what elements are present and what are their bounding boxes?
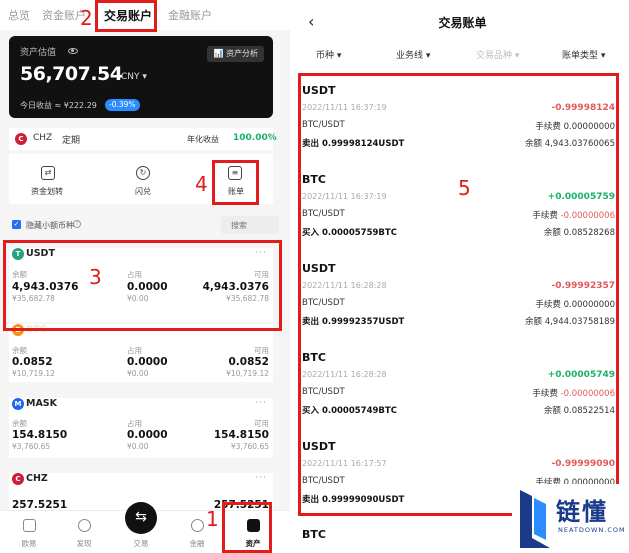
asset-row-mask[interactable]: M MASK ··· 余额 占用 可用 154.8150 0.0000 154.… [9, 398, 273, 458]
tab-overview[interactable]: 总览 [8, 7, 30, 23]
more-icon[interactable]: ··· [255, 248, 267, 258]
chart-icon: 📊 [213, 49, 226, 58]
trading-bill-screen: ‹ 交易账单 币种 ▾ 业务线 ▾ 交易品种 ▾ 账单类型 ▾ USDT 202… [296, 0, 629, 553]
mask-coin-icon: M [12, 398, 24, 410]
asset-row-btc[interactable]: B BTC 余额 占用 可用 0.0852 0.0000 0.0852 ¥10,… [9, 324, 273, 382]
nav-okx[interactable]: 欧易 [0, 511, 58, 553]
currency-selector[interactable]: CNY ▾ [121, 72, 147, 82]
earn-promo-bar[interactable]: C CHZ 定期 年化收益 100.00% › [9, 128, 277, 150]
earn-type: 定期 [62, 136, 81, 146]
asset-analysis-button[interactable]: 📊 资产分析 [207, 46, 264, 62]
asset-valuation-card: 资产估值 56,707.54 CNY ▾ 📊 资产分析 今日收益 ≈ ¥222.… [9, 36, 273, 118]
trade-fab-button[interactable]: ⇆ [125, 502, 157, 534]
earn-coin-name: CHZ [33, 133, 53, 143]
more-icon[interactable]: ··· [255, 473, 267, 483]
nav-discover[interactable]: 发现 [55, 511, 113, 553]
usdt-coin-icon: T [12, 248, 24, 260]
hide-small-checkbox[interactable]: ✓ [12, 220, 21, 229]
asset-screen: 总览 资金账户 交易账户 金融账户 资产估值 56,707.54 CNY ▾ 📊… [0, 0, 290, 553]
annotation-number-5: 5 [458, 176, 471, 200]
page-title: 交易账单 [438, 16, 487, 30]
annotation-number-1: 1 [206, 507, 219, 531]
bill-item[interactable]: USDT 2022/11/11 16:37:19 -0.99998124 BTC… [296, 84, 629, 176]
tab-trading-account[interactable]: 交易账户 [104, 7, 152, 24]
annotation-number-4: 4 [195, 172, 208, 196]
discover-icon [78, 519, 91, 532]
swap-icon: ⇆ [135, 509, 147, 525]
eye-icon[interactable] [68, 48, 78, 54]
annotation-number-2: 2 [80, 6, 93, 30]
watermark-text: 链懂 [556, 498, 608, 526]
today-pnl-label: 今日收益 ≈ ¥222.29 [20, 101, 97, 110]
wallet-icon [247, 519, 260, 532]
today-pnl-badge: -0.39% [105, 99, 140, 111]
chz-coin-icon: C [12, 473, 24, 485]
watermark-logo-icon [520, 490, 550, 548]
chz-coin-icon: C [15, 133, 27, 145]
more-icon[interactable]: ··· [255, 398, 267, 408]
home-icon [23, 519, 36, 532]
chevron-right-icon: › [267, 133, 271, 143]
filter-bill-type[interactable]: 账单类型 ▾ [562, 48, 605, 61]
transfer-icon: ⇄ [41, 166, 55, 180]
convert-icon: ↻ [136, 166, 150, 180]
quick-actions: ⇄ 资金划转 ↻ 闪兑 ≡ 账单 [9, 154, 273, 204]
help-icon[interactable]: ? [73, 220, 81, 228]
asset-row-usdt[interactable]: T USDT ··· 余额 占用 可用 4,943.0376 0.0000 4,… [9, 248, 273, 322]
account-tabs: 总览 资金账户 交易账户 金融账户 [0, 0, 290, 30]
hide-small-label: 隐藏小额币种 [26, 221, 74, 230]
watermark: 链懂 NEATDOWN.COM [512, 484, 629, 553]
asset-value: 56,707.54 [20, 63, 123, 85]
earn-yield-label: 年化收益 [187, 135, 219, 144]
bill-item[interactable]: USDT 2022/11/11 16:28:28 -0.99992357 BTC… [296, 262, 629, 354]
caret-down-icon: ▾ [425, 51, 431, 61]
asset-valuation-label: 资产估值 [20, 48, 57, 58]
asset-filter-bar: ✓ 隐藏小额币种 ? [9, 214, 279, 236]
caret-down-icon: ▾ [336, 51, 342, 61]
filter-currency[interactable]: 币种 ▾ [316, 48, 341, 61]
bill-item[interactable]: BTC 2022/11/11 16:28:28 +0.00005749 BTC/… [296, 351, 629, 443]
bill-icon: ≡ [228, 166, 242, 180]
annotation-number-3: 3 [89, 265, 102, 289]
tab-earn-account[interactable]: 金融账户 [168, 7, 212, 23]
watermark-subtext: NEATDOWN.COM [558, 526, 626, 534]
caret-down-icon: ▾ [600, 51, 606, 61]
search-input[interactable] [221, 216, 279, 234]
earn-icon [191, 519, 204, 532]
filter-business-line[interactable]: 业务线 ▾ [396, 48, 430, 61]
nav-assets[interactable]: 资产 [224, 511, 282, 553]
btc-coin-icon: B [12, 324, 24, 336]
filter-instrument[interactable]: 交易品种 ▾ [476, 48, 519, 61]
caret-down-icon: ▾ [514, 51, 520, 61]
